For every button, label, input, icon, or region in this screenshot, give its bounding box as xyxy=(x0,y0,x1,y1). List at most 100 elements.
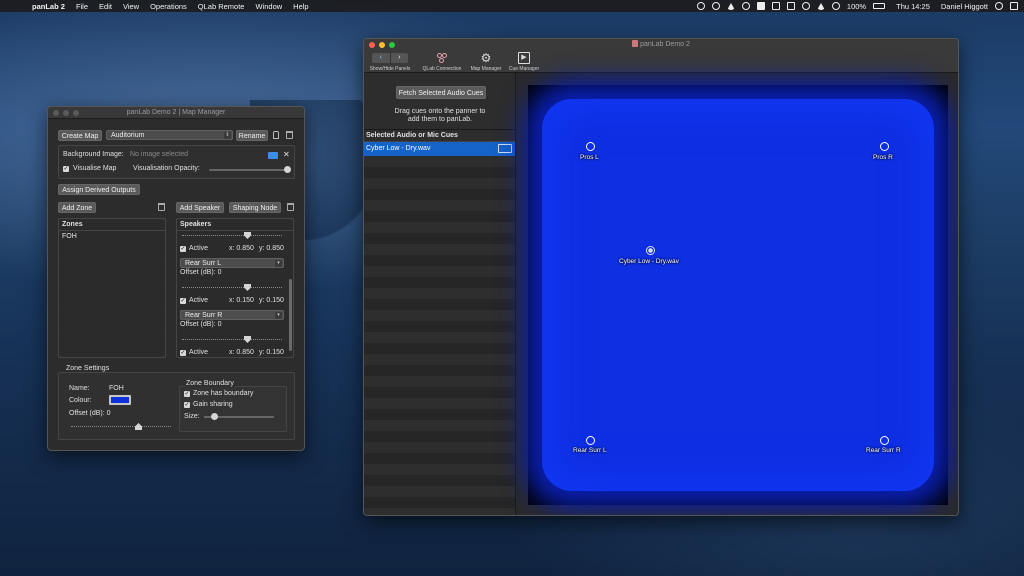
speaker-select-rear-surr-l[interactable]: Rear Surr L ▾ xyxy=(180,258,284,268)
speaker-offset-thumb[interactable] xyxy=(244,284,251,291)
cue-name: Cyber Low - Dry.wav xyxy=(366,145,431,152)
map-select[interactable]: Auditorium ⇕ xyxy=(106,130,233,140)
show-hide-panels-button[interactable]: ‹ › Show/Hide Panels xyxy=(367,52,413,72)
search-icon[interactable] xyxy=(995,2,1003,10)
speaker-offset-thumb[interactable] xyxy=(244,336,251,343)
qlab-connection-button[interactable]: QLab Connection xyxy=(419,52,465,72)
panels-segmented-control[interactable]: ‹ › xyxy=(372,53,408,63)
menu-qlab-remote[interactable]: QLab Remote xyxy=(198,2,245,11)
zone-row-foh[interactable]: FOH xyxy=(59,231,165,243)
speaker-active-checkbox[interactable]: ✓ xyxy=(180,298,186,304)
menu-help[interactable]: Help xyxy=(293,2,308,11)
create-map-button[interactable]: Create Map xyxy=(58,130,102,141)
volume-icon[interactable] xyxy=(831,2,840,10)
minimize-button[interactable] xyxy=(63,110,69,116)
drive-icon[interactable] xyxy=(726,2,735,10)
fetch-audio-cues-button[interactable]: Fetch Selected Audio Cues xyxy=(396,86,486,99)
battery-percent[interactable]: 100% xyxy=(847,2,866,11)
speaker-offset-label: Offset (dB): 0 xyxy=(180,321,222,328)
folder-icon[interactable] xyxy=(268,152,278,159)
opacity-slider-thumb[interactable] xyxy=(284,166,291,173)
speaker-node-rear-surr-r[interactable] xyxy=(880,436,889,445)
zone-name: FOH xyxy=(62,233,77,240)
speaker-active-checkbox[interactable]: ✓ xyxy=(180,246,186,252)
zoom-button[interactable] xyxy=(389,42,395,48)
opacity-slider[interactable] xyxy=(209,169,289,171)
status-icon[interactable] xyxy=(711,2,720,10)
gain-sharing-label: Gain sharing xyxy=(193,401,233,408)
lock-icon[interactable] xyxy=(273,131,279,139)
menu-file[interactable]: File xyxy=(76,2,88,11)
wifi-icon[interactable] xyxy=(816,2,825,10)
menubar-clock[interactable]: Thu 14:25 xyxy=(896,2,930,11)
window-title: panLab Demo 2 | Map Manager xyxy=(126,109,226,116)
speaker-x: x: 0.150 xyxy=(229,297,254,304)
chevron-right-icon[interactable]: › xyxy=(391,53,409,63)
close-button[interactable] xyxy=(53,110,59,116)
delete-zone-icon[interactable] xyxy=(158,203,165,211)
battery-icon[interactable] xyxy=(873,3,886,9)
zone-settings-header: Zone Settings xyxy=(64,365,112,372)
cue-manager-label: Cue Manager xyxy=(508,66,540,72)
map-manager-window: panLab Demo 2 | Map Manager Create Map A… xyxy=(47,106,305,451)
speaker-label-rear-surr-r: Rear Surr R xyxy=(866,447,901,454)
speaker-offset-slider[interactable] xyxy=(182,235,282,236)
shaping-node-button[interactable]: Shaping Node xyxy=(229,202,281,213)
menu-window[interactable]: Window xyxy=(255,2,282,11)
zone-colour-well[interactable] xyxy=(109,395,131,405)
speakers-scrollbar[interactable] xyxy=(289,279,292,351)
tab-icon[interactable] xyxy=(771,2,780,10)
delete-speaker-icon[interactable] xyxy=(287,203,294,211)
zone-offset-label: Offset (dB): 0 xyxy=(69,410,111,417)
menu-list-icon[interactable] xyxy=(1010,2,1018,10)
size-slider-thumb[interactable] xyxy=(211,413,218,420)
speaker-active-checkbox[interactable]: ✓ xyxy=(180,350,186,356)
assign-derived-outputs-button[interactable]: Assign Derived Outputs xyxy=(58,184,140,195)
menu-edit[interactable]: Edit xyxy=(99,2,112,11)
clock-icon[interactable] xyxy=(801,2,810,10)
speaker-node-rear-surr-l[interactable] xyxy=(586,436,595,445)
zone-offset-thumb[interactable] xyxy=(135,423,142,430)
source-node-cyber-low[interactable] xyxy=(646,246,655,255)
add-speaker-button[interactable]: Add Speaker xyxy=(176,202,224,213)
speaker-active-label: Active xyxy=(189,245,209,252)
zoom-button[interactable] xyxy=(73,110,79,116)
close-button[interactable] xyxy=(369,42,375,48)
gain-sharing-checkbox[interactable]: ✓ xyxy=(184,402,190,408)
visualisation-opacity-label: Visualisation Opacity: xyxy=(133,165,200,172)
menu-view[interactable]: View xyxy=(123,2,139,11)
zone-has-boundary-checkbox[interactable]: ✓ xyxy=(184,391,190,397)
cue-manager-button[interactable]: ▶ Cue Manager xyxy=(506,52,542,72)
sliders-icon[interactable] xyxy=(498,144,512,153)
zone-offset-slider[interactable] xyxy=(71,426,171,427)
menu-app[interactable]: panLab 2 xyxy=(32,2,65,11)
map-select-value: Auditorium xyxy=(111,132,145,139)
rename-button[interactable]: Rename xyxy=(236,130,268,141)
speaker-label-pros-r: Pros R xyxy=(873,154,893,161)
size-label: Size: xyxy=(184,413,200,420)
speaker-node-pros-r[interactable] xyxy=(880,142,889,151)
panner-canvas[interactable]: Pros L Pros R Rear Surr L Rear Surr R Cy… xyxy=(528,85,948,505)
visualise-map-checkbox[interactable]: ✓ xyxy=(63,166,69,172)
speaker-select-rear-surr-r[interactable]: Rear Surr R ▾ xyxy=(180,310,284,320)
window-title: panLab Demo 2 xyxy=(364,39,958,51)
speaker-node-pros-l[interactable] xyxy=(586,142,595,151)
menu-operations[interactable]: Operations xyxy=(150,2,187,11)
menubar-user[interactable]: Daniel Higgott xyxy=(941,2,988,11)
add-zone-button[interactable]: Add Zone xyxy=(58,202,96,213)
speaker-offset-slider[interactable] xyxy=(182,287,282,288)
close-icon[interactable]: ✕ xyxy=(283,150,290,159)
cue-list-empty-rows xyxy=(364,156,515,515)
ban-icon[interactable] xyxy=(741,2,750,10)
cloud-icon[interactable] xyxy=(756,2,765,10)
speaker-offset-thumb[interactable] xyxy=(244,232,251,239)
zone-name-value[interactable]: FOH xyxy=(109,385,124,392)
minimize-button[interactable] xyxy=(379,42,385,48)
speaker-offset-slider[interactable] xyxy=(182,339,282,340)
cue-row-cyber-low[interactable]: Cyber Low - Dry.wav xyxy=(364,142,515,156)
chevron-left-icon[interactable]: ‹ xyxy=(372,53,391,63)
map-manager-button[interactable]: ⚙ Map Manager xyxy=(466,52,506,72)
airplay-icon[interactable] xyxy=(786,2,795,10)
trash-icon[interactable] xyxy=(286,131,293,139)
globe-icon[interactable] xyxy=(696,2,705,10)
